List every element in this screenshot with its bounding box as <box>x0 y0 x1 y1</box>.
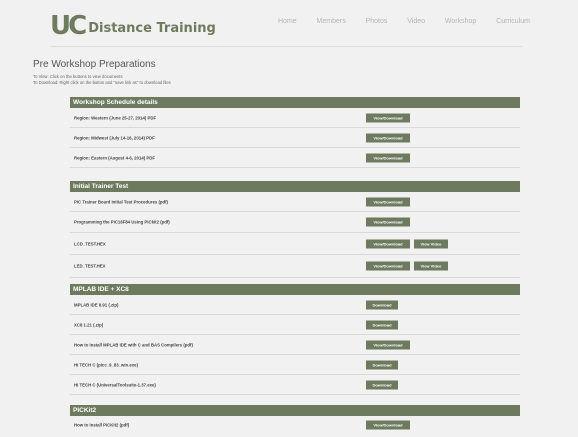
table-row: HI TECH C (UniversalToolsuite-1.37.exe) … <box>70 375 520 395</box>
download-button[interactable]: Download <box>366 380 398 389</box>
table-row: How to Install MPLAB IDE with C and BAS … <box>70 335 520 355</box>
view-download-button[interactable]: View/Download <box>366 133 410 142</box>
view-download-button[interactable]: View/Download <box>366 239 410 248</box>
logo-text: Distance Training <box>88 21 216 36</box>
row-label: Region: Western (June 25-27, 2014) PDF <box>74 115 157 120</box>
section-pickit2: PICKit2 How to Install PICKit2 (pdf) Vie… <box>70 405 520 433</box>
page-title: Pre Workshop Preparations <box>33 59 156 70</box>
download-button[interactable]: Download <box>366 320 398 329</box>
table-row: Region: Midwest (July 14-16, 2014) PDF V… <box>70 128 520 148</box>
view-download-button[interactable]: View/Download <box>366 217 410 227</box>
section-mplab-ide-xc8: MPLAB IDE + XC8 MPLAB IDE 8.91 (.zip) Do… <box>70 284 520 395</box>
download-instruction: To Download: Right click on the button a… <box>33 80 171 85</box>
row-label: Region: Eastern (August 4-6, 2014) PDF <box>74 155 155 160</box>
table-row: MPLAB IDE 8.91 (.zip) Download <box>70 295 520 315</box>
nav-workshop[interactable]: Workshop <box>445 18 476 25</box>
section-header: Initial Trainer Test <box>70 181 520 192</box>
table-row: XC8 1.21 (.zip) Download <box>70 315 520 335</box>
header-divider <box>50 46 522 47</box>
view-download-button[interactable]: View/Download <box>366 261 410 271</box>
row-label: How to Install MPLAB IDE with C and BAS … <box>74 342 193 347</box>
main-nav: Home Members Photos Video Workshop Curri… <box>278 18 530 25</box>
row-label: HI TECH C (UniversalToolsuite-1.37.exe) <box>74 382 156 387</box>
site-logo[interactable]: UC Distance Training <box>50 11 216 41</box>
table-row: How to Install PICKit2 (pdf) View/Downlo… <box>70 416 520 433</box>
table-row: LCD_TEST.HEX View/Download View Video <box>70 233 520 255</box>
section-initial-trainer-test: Initial Trainer Test PIC Trainer Board I… <box>70 181 520 278</box>
view-video-button[interactable]: View Video <box>414 261 448 271</box>
table-row: Region: Eastern (August 4-6, 2014) PDF V… <box>70 148 520 168</box>
row-label: XC8 1.21 (.zip) <box>74 322 104 327</box>
nav-curriculum[interactable]: Curriculum <box>496 18 530 25</box>
section-header: PICKit2 <box>70 405 520 416</box>
nav-photos[interactable]: Photos <box>366 18 388 25</box>
view-instruction: To View: Click on the buttons to view do… <box>33 74 123 79</box>
table-row: HI TECH C (picc_9_83_win.exe) Download <box>70 355 520 375</box>
view-download-button[interactable]: View/Download <box>366 340 410 349</box>
table-row: Programming the PIC16F84 Using PICkit2 (… <box>70 212 520 233</box>
row-label: LED_TEST.HEX <box>74 263 106 269</box>
view-download-button[interactable]: View/Download <box>366 113 410 122</box>
nav-video[interactable]: Video <box>407 18 425 25</box>
table-row: LED_TEST.HEX View/Download View Video <box>70 255 520 278</box>
row-label: Region: Midwest (July 14-16, 2014) PDF <box>74 135 155 140</box>
view-download-button[interactable]: View/Download <box>366 197 410 206</box>
row-label: MPLAB IDE 8.91 (.zip) <box>74 302 119 307</box>
section-header: Workshop Schedule details <box>70 97 520 108</box>
download-button[interactable]: Download <box>366 360 398 369</box>
row-label: PIC Trainer Board Initial Test Procedure… <box>74 199 168 204</box>
view-download-button[interactable]: View/Download <box>366 153 410 162</box>
logo-mark: UC <box>50 11 87 41</box>
nav-members[interactable]: Members <box>317 18 346 25</box>
section-header: MPLAB IDE + XC8 <box>70 284 520 295</box>
download-button[interactable]: Download <box>366 300 398 309</box>
view-download-button[interactable]: View/Download <box>366 420 410 429</box>
row-label: LCD_TEST.HEX <box>74 241 106 246</box>
section-workshop-schedule: Workshop Schedule details Region: Wester… <box>70 97 520 168</box>
table-row: PIC Trainer Board Initial Test Procedure… <box>70 192 520 212</box>
row-label: How to Install PICKit2 (pdf) <box>74 422 130 427</box>
page: UC Distance Training Home Members Photos… <box>0 0 578 437</box>
table-row: Region: Western (June 25-27, 2014) PDF V… <box>70 108 520 128</box>
row-label: Programming the PIC16F84 Using PICkit2 (… <box>74 219 170 225</box>
nav-home[interactable]: Home <box>278 18 297 25</box>
row-label: HI TECH C (picc_9_83_win.exe) <box>74 362 139 367</box>
view-video-button[interactable]: View Video <box>414 239 448 248</box>
